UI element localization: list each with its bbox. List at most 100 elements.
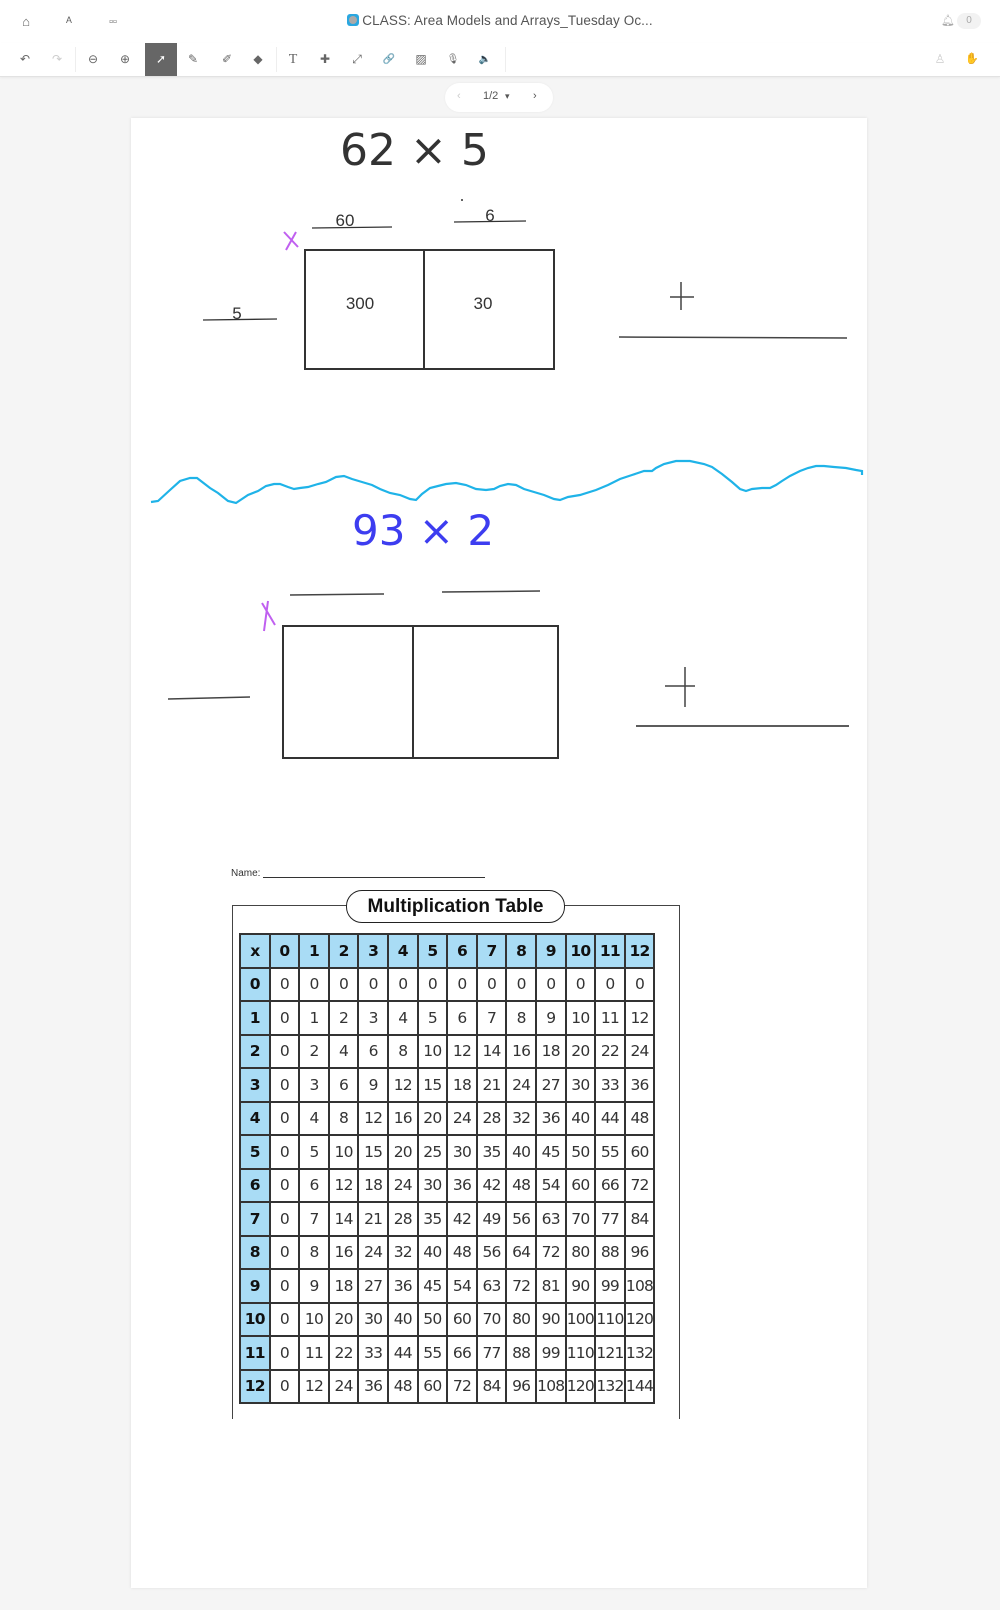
row-header: 6 (239, 1167, 271, 1203)
table-cell: 0 (268, 966, 301, 1002)
table-cell: 14 (327, 1201, 360, 1237)
table-cell: 22 (594, 1033, 626, 1069)
table-cell: 63 (475, 1268, 508, 1304)
table-cell: 72 (505, 1268, 537, 1304)
table-cell: 7 (475, 1000, 508, 1036)
table-cell: 11 (298, 1335, 330, 1371)
table-cell: 77 (475, 1335, 508, 1371)
table-cell: 99 (594, 1268, 626, 1304)
table-cell: 0 (594, 966, 626, 1002)
table-cell: 48 (446, 1234, 478, 1270)
purple-x-mark (261, 600, 276, 632)
table-cell: 12 (386, 1067, 419, 1103)
table-cell: 36 (446, 1167, 478, 1203)
table-row: 9 0 9 18 27 36 45 54 63 72 81 90 99 108 (239, 1268, 656, 1304)
table-cell: 7 (298, 1201, 330, 1237)
table-cell: 0 (268, 1335, 301, 1371)
table-cell: 49 (475, 1201, 508, 1237)
table-cell: 24 (623, 1033, 656, 1069)
table-row: 3 0 3 6 9 12 15 18 21 24 27 30 33 36 (239, 1067, 656, 1103)
table-row: 4 0 4 8 12 16 20 24 28 32 36 40 44 48 (239, 1100, 656, 1136)
column-header: 5 (416, 933, 449, 969)
answer-line (441, 590, 541, 593)
table-cell: 40 (386, 1301, 419, 1337)
row-header: 5 (239, 1134, 271, 1170)
table-cell: 12 (446, 1033, 478, 1069)
table-cell: 8 (327, 1100, 360, 1136)
table-cell: 72 (446, 1368, 478, 1404)
table-cell: 44 (594, 1100, 626, 1136)
table-cell: 0 (268, 1268, 301, 1304)
table-cell: 24 (327, 1368, 360, 1404)
table-cell: 77 (594, 1201, 626, 1237)
corner-cell: x (239, 933, 271, 969)
table-cell: 96 (623, 1234, 656, 1270)
row-header: 9 (239, 1268, 271, 1304)
problem2-expression: 93 × 2 (352, 506, 494, 555)
multiplication-table: x 0 1 2 3 4 5 6 7 8 9 10 11 12 000000000000001012345… (239, 933, 656, 1404)
table-cell: 108 (623, 1268, 656, 1304)
table-cell: 30 (564, 1067, 597, 1103)
table-cell: 72 (623, 1167, 656, 1203)
column-header: 4 (386, 933, 419, 969)
table-cell: 1 (298, 1000, 330, 1036)
table-cell: 33 (594, 1067, 626, 1103)
purple-x-mark (283, 231, 299, 251)
table-cell: 0 (623, 966, 656, 1002)
table-cell: 120 (564, 1368, 597, 1404)
table-cell: 35 (475, 1134, 508, 1170)
table-cell: 24 (505, 1067, 537, 1103)
table-cell: 5 (416, 1000, 449, 1036)
table-cell: 3 (357, 1000, 389, 1036)
row-header: 0 (239, 966, 271, 1002)
table-cell: 50 (564, 1134, 597, 1170)
table-cell: 9 (298, 1268, 330, 1304)
table-cell: 32 (386, 1234, 419, 1270)
table-cell: 60 (446, 1301, 478, 1337)
cyan-divider-line (150, 459, 864, 505)
table-cell: 30 (357, 1301, 389, 1337)
table-cell: 28 (475, 1100, 508, 1136)
table-cell: 20 (327, 1301, 360, 1337)
stray-dot (461, 199, 463, 201)
table-cell: 0 (416, 966, 449, 1002)
table-cell: 66 (446, 1335, 478, 1371)
table-row: 12 0 12 24 36 48 60 72 84 96 108 120 132 144 (239, 1368, 656, 1404)
table-cell: 0 (564, 966, 597, 1002)
table-row: 10 0 10 20 30 40 50 60 70 80 90 100 110 120 (239, 1301, 656, 1337)
table-cell: 10 (327, 1134, 360, 1170)
table-cell: 36 (357, 1368, 389, 1404)
column-header: 9 (534, 933, 567, 969)
table-cell: 44 (386, 1335, 419, 1371)
table-cell: 90 (564, 1268, 597, 1304)
table-cell: 0 (505, 966, 537, 1002)
table-cell: 28 (386, 1201, 419, 1237)
table-cell: 132 (623, 1335, 656, 1371)
table-cell: 3 (298, 1067, 330, 1103)
column-header: 1 (298, 933, 330, 969)
table-cell: 48 (386, 1368, 419, 1404)
table-cell: 18 (327, 1268, 360, 1304)
table-cell: 20 (386, 1134, 419, 1170)
table-cell: 27 (357, 1268, 389, 1304)
table-cell: 144 (623, 1368, 656, 1404)
table-cell: 6 (446, 1000, 478, 1036)
table-cell: 2 (298, 1033, 330, 1069)
table-cell: 16 (505, 1033, 537, 1069)
table-cell: 20 (416, 1100, 449, 1136)
table-cell: 22 (327, 1335, 360, 1371)
table-cell: 16 (386, 1100, 419, 1136)
table-cell: 6 (327, 1067, 360, 1103)
table-cell: 4 (327, 1033, 360, 1069)
table-cell: 20 (564, 1033, 597, 1069)
table-cell: 0 (475, 966, 508, 1002)
table-cell: 40 (505, 1134, 537, 1170)
table-cell: 30 (446, 1134, 478, 1170)
area-model-box-2 (282, 625, 559, 759)
table-cell: 110 (594, 1301, 626, 1337)
table-cell: 12 (298, 1368, 330, 1404)
row-header: 3 (239, 1067, 271, 1103)
table-cell: 80 (505, 1301, 537, 1337)
table-cell: 50 (416, 1301, 449, 1337)
table-cell: 24 (446, 1100, 478, 1136)
